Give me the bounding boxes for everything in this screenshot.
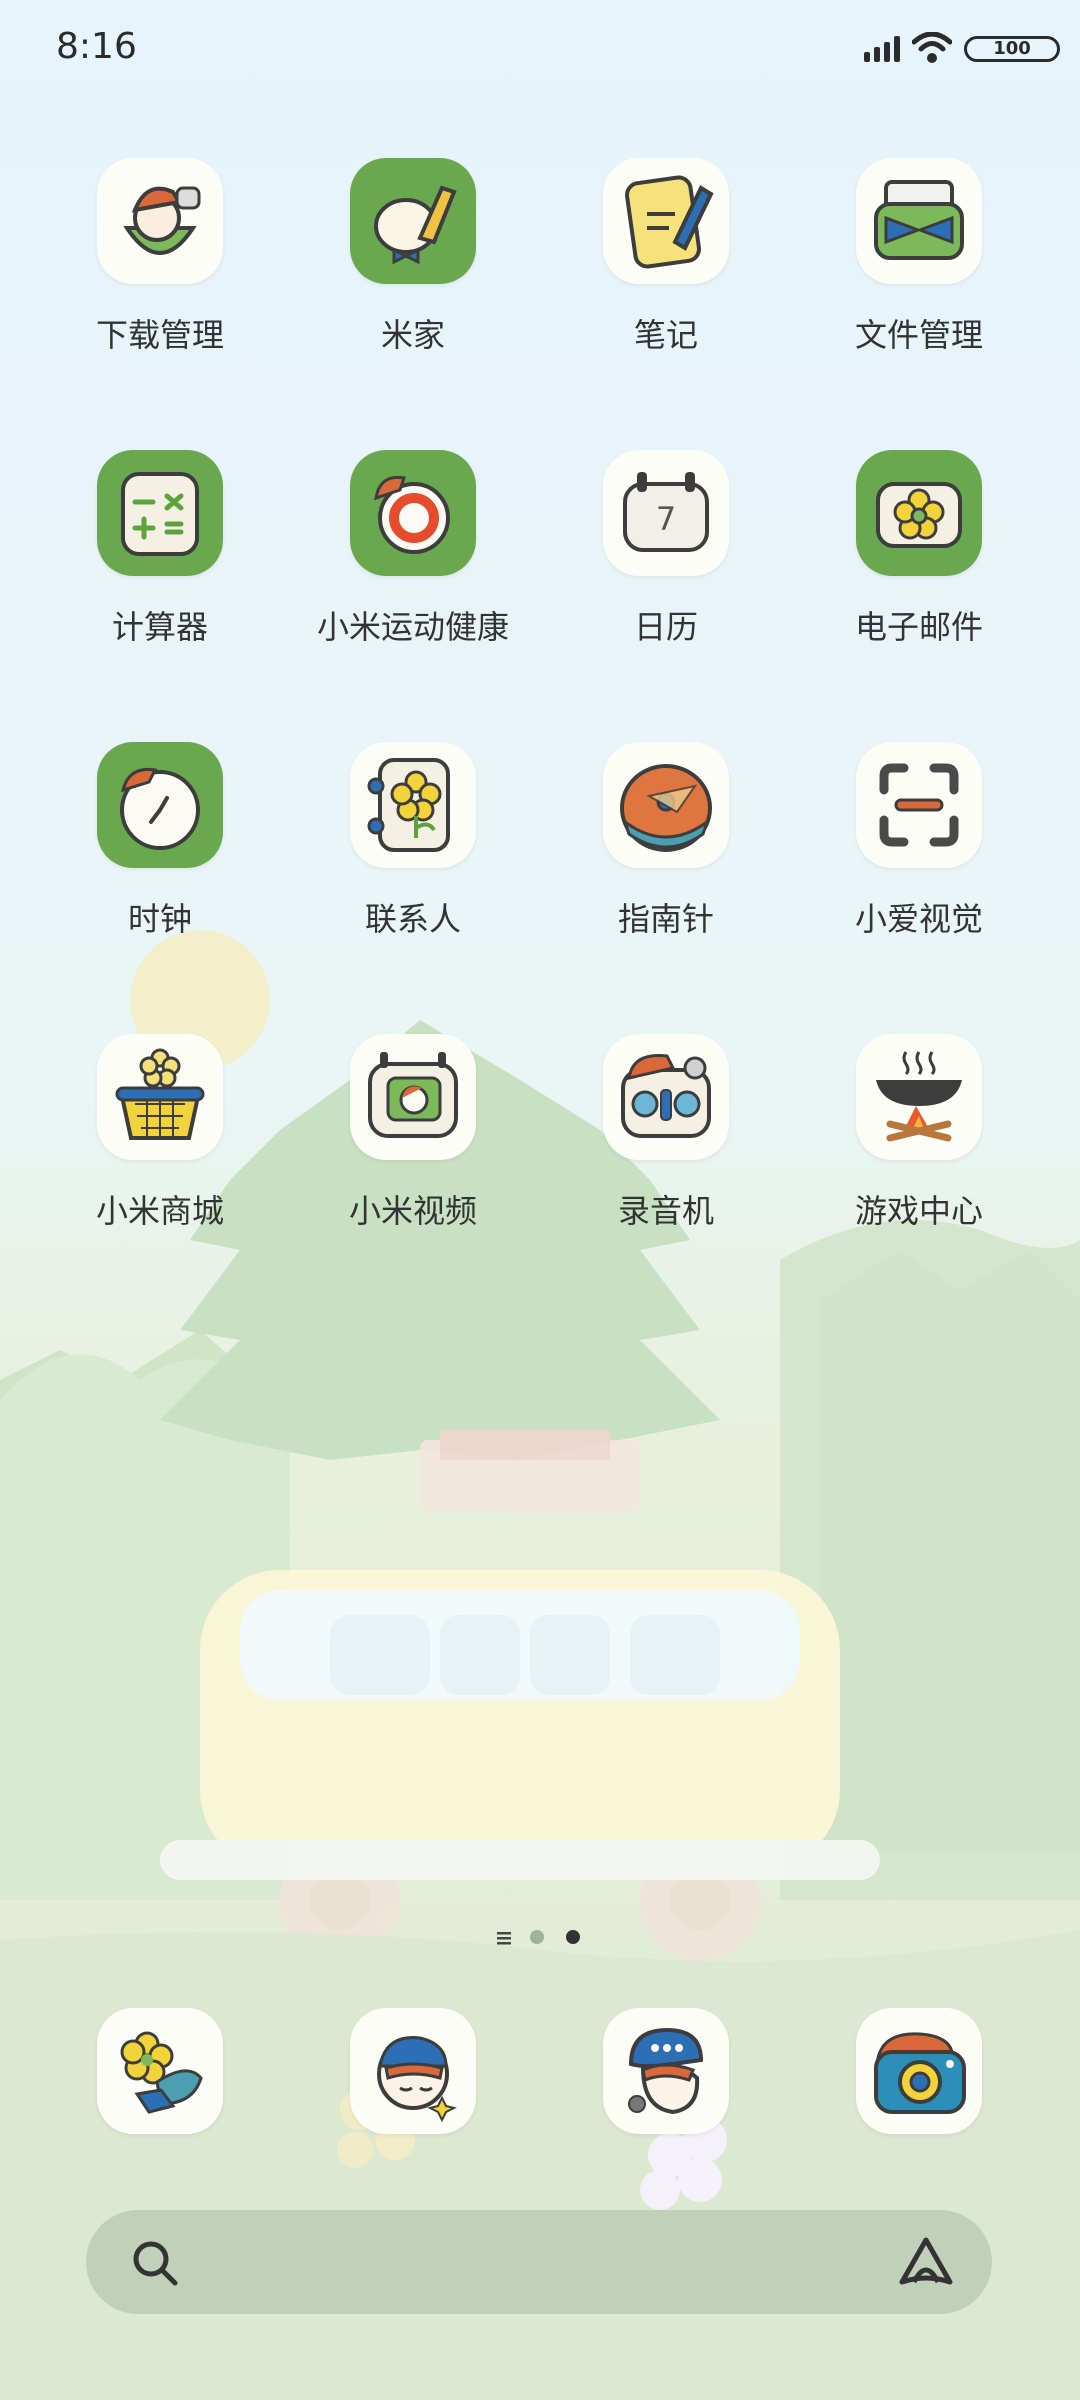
mi-fitness-icon (350, 450, 476, 576)
app-xiaoai-vision[interactable]: 小爱视觉 (809, 742, 1029, 972)
themes-icon (97, 2008, 223, 2134)
xiaoai-assistant-icon[interactable] (896, 2234, 956, 2290)
app-notes[interactable]: 笔记 (556, 158, 776, 388)
svg-text:7: 7 (656, 500, 676, 538)
app-compass[interactable]: 指南针 (556, 742, 776, 972)
app-mi-video[interactable]: 小米视频 (303, 1034, 523, 1264)
app-label: 计算器 (111, 608, 208, 646)
app-label: 联系人 (364, 900, 461, 938)
file-manager-icon (856, 158, 982, 284)
app-label: 时钟 (127, 900, 192, 938)
app-label: 笔记 (633, 316, 698, 354)
calendar-icon: 7 (603, 450, 729, 576)
app-label: 小米商城 (95, 1192, 224, 1230)
app-contacts[interactable]: 联系人 (303, 742, 523, 972)
mi-store-icon (97, 1034, 223, 1160)
app-file-manager[interactable]: 文件管理 (809, 158, 1029, 388)
app-label: 文件管理 (854, 316, 983, 354)
page-dot-active[interactable] (566, 1930, 580, 1944)
status-bar: 8:16 100 (0, 0, 1080, 100)
calculator-icon (97, 450, 223, 576)
mi-video-icon (350, 1034, 476, 1160)
status-time: 8:16 (56, 26, 137, 67)
dock-app-themes[interactable] (50, 2008, 270, 2138)
app-clock[interactable]: 时钟 (50, 742, 270, 972)
app-mi-home[interactable]: 米家 (303, 158, 523, 388)
app-game-center[interactable]: 游戏中心 (809, 1034, 1029, 1264)
app-label: 小米视频 (348, 1192, 477, 1230)
app-label: 小米运动健康 (316, 608, 509, 646)
page-dot[interactable] (530, 1930, 544, 1944)
app-label: 录音机 (617, 1192, 714, 1230)
app-label: 日历 (633, 608, 698, 646)
notes-icon (603, 158, 729, 284)
search-icon[interactable] (130, 2238, 180, 2288)
browser-icon (350, 2008, 476, 2134)
search-bar[interactable] (86, 2210, 992, 2314)
dock-app-browser[interactable] (303, 2008, 523, 2138)
page-list-icon[interactable] (496, 1930, 512, 1946)
contacts-icon (350, 742, 476, 868)
signal-icon (864, 36, 900, 62)
messages-icon (603, 2008, 729, 2134)
compass-icon (603, 742, 729, 868)
email-icon (856, 450, 982, 576)
game-center-icon (856, 1034, 982, 1160)
app-mi-store[interactable]: 小米商城 (50, 1034, 270, 1264)
app-label: 指南针 (617, 900, 714, 938)
download-manager-icon (97, 158, 223, 284)
app-label: 小爱视觉 (854, 900, 983, 938)
app-calendar[interactable]: 7 日历 (556, 450, 776, 680)
app-download-manager[interactable]: 下载管理 (50, 158, 270, 388)
xiaoai-vision-icon (856, 742, 982, 868)
app-label: 米家 (380, 316, 445, 354)
app-calculator[interactable]: 计算器 (50, 450, 270, 680)
app-mi-fitness[interactable]: 小米运动健康 (303, 450, 523, 680)
app-label: 游戏中心 (854, 1192, 983, 1230)
app-label: 下载管理 (95, 316, 224, 354)
app-email[interactable]: 电子邮件 (809, 450, 1029, 680)
app-label: 电子邮件 (854, 608, 983, 646)
battery-icon: 100 (964, 36, 1060, 62)
dock-app-camera[interactable] (809, 2008, 1029, 2138)
dock-app-messages[interactable] (556, 2008, 776, 2138)
app-recorder[interactable]: 录音机 (556, 1034, 776, 1264)
mi-home-icon (350, 158, 476, 284)
clock-icon (97, 742, 223, 868)
recorder-icon (603, 1034, 729, 1160)
wifi-icon (912, 32, 952, 63)
camera-icon (856, 2008, 982, 2134)
